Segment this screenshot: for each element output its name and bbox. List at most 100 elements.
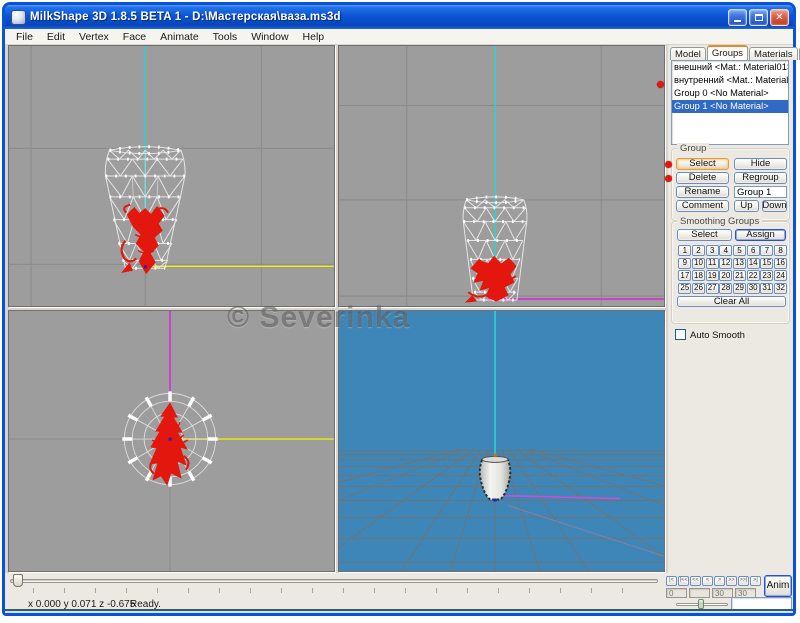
mini-slider-thumb[interactable] bbox=[698, 599, 704, 609]
smoothing-number-button[interactable]: 24 bbox=[774, 270, 787, 281]
transport-controls: |< |<< << < > >> >>| >| bbox=[666, 576, 761, 586]
menu-item[interactable]: Vertex bbox=[72, 30, 116, 44]
close-button[interactable]: ✕ bbox=[770, 8, 789, 26]
transport-button[interactable]: >>| bbox=[738, 576, 749, 586]
minimize-icon bbox=[734, 19, 741, 22]
app-icon bbox=[11, 9, 26, 25]
annotation-dot-delete bbox=[665, 175, 672, 182]
panel-tab[interactable]: Groups bbox=[706, 45, 749, 60]
frame-field[interactable]: 0 bbox=[666, 588, 687, 598]
group-section-label: Group bbox=[677, 143, 710, 154]
smoothing-number-button[interactable]: 12 bbox=[719, 257, 733, 269]
animation-bar: |< |<< << < > >> >>| >| 0 30 30 Anim x 0.000 y 0.… bbox=[5, 573, 793, 610]
smoothing-number-button[interactable]: 19 bbox=[705, 270, 719, 281]
group-list-item[interactable]: внутренний <Mat.: Material01> bbox=[672, 74, 788, 87]
minimize-button[interactable] bbox=[728, 8, 747, 26]
smoothing-number-button[interactable]: 10 bbox=[692, 257, 705, 269]
restore-icon bbox=[754, 13, 763, 21]
viewport-3d[interactable] bbox=[338, 310, 665, 572]
anim-button[interactable]: Anim bbox=[764, 575, 792, 597]
viewport-side[interactable] bbox=[338, 45, 665, 307]
smoothing-number-button[interactable]: 6 bbox=[746, 245, 760, 256]
smoothing-number-button[interactable]: 18 bbox=[692, 270, 705, 281]
group-delete-button[interactable]: Delete bbox=[676, 172, 729, 184]
smoothing-number-button[interactable]: 7 bbox=[760, 245, 774, 256]
keyframe-ticks bbox=[33, 588, 653, 593]
transport-button[interactable]: < bbox=[702, 576, 713, 586]
smoothing-number-button[interactable]: 2 bbox=[692, 245, 705, 256]
groups-list[interactable]: внешний <Mat.: Material01> внутренний <Ma… bbox=[671, 60, 789, 145]
transport-button[interactable]: > bbox=[714, 576, 725, 586]
transport-button[interactable]: << bbox=[690, 576, 701, 586]
smoothing-number-button[interactable]: 23 bbox=[760, 270, 774, 281]
group-regroup-button[interactable]: Regroup bbox=[734, 172, 787, 184]
menu-bar: File Edit Vertex Face Animate Tools Window Help bbox=[5, 29, 793, 45]
restore-button[interactable] bbox=[749, 8, 768, 26]
smoothing-number-button[interactable]: 3 bbox=[705, 245, 719, 256]
smoothing-number-button[interactable]: 5 bbox=[733, 245, 746, 256]
menu-item[interactable]: Face bbox=[116, 30, 153, 44]
panel-tab[interactable]: Model bbox=[670, 47, 706, 60]
transport-button[interactable]: |< bbox=[666, 576, 677, 586]
group-list-item[interactable]: Group 1 <No Material> bbox=[672, 100, 788, 113]
frame-field[interactable] bbox=[689, 588, 710, 598]
smoothing-select-button[interactable]: Select bbox=[677, 229, 732, 241]
viewport-area bbox=[5, 45, 668, 573]
auto-smooth-checkbox[interactable] bbox=[675, 329, 686, 340]
bottom-edge bbox=[5, 611, 793, 613]
perspective-canvas bbox=[339, 311, 664, 571]
group-name-field[interactable]: Group 1 bbox=[734, 186, 787, 198]
menu-item[interactable]: File bbox=[9, 30, 40, 44]
group-list-item[interactable]: Group 0 <No Material> bbox=[672, 87, 788, 100]
smoothing-number-button[interactable]: 8 bbox=[774, 245, 787, 256]
smoothing-number-button[interactable]: 4 bbox=[719, 245, 733, 256]
panel-tab[interactable]: Materials bbox=[749, 47, 798, 60]
menu-item[interactable]: Window bbox=[244, 30, 295, 44]
smoothing-number-button[interactable]: 26 bbox=[692, 282, 705, 294]
viewport-top[interactable] bbox=[8, 310, 335, 572]
group-list-item[interactable]: внешний <Mat.: Material01> bbox=[672, 61, 788, 74]
smoothing-number-button[interactable]: 1 bbox=[678, 245, 692, 256]
title-bar[interactable]: MilkShape 3D 1.8.5 BETA 1 - D:\Мастерска… bbox=[5, 5, 793, 29]
smoothing-assign-button[interactable]: Assign bbox=[735, 229, 786, 241]
keyframe-slider-thumb[interactable] bbox=[13, 574, 23, 587]
group-comment-button[interactable]: Comment bbox=[676, 200, 729, 212]
smoothing-number-button[interactable]: 31 bbox=[760, 282, 774, 294]
smoothing-number-button[interactable]: 21 bbox=[733, 270, 746, 281]
smoothing-number-button[interactable]: 15 bbox=[760, 257, 774, 269]
smoothing-number-button[interactable]: 27 bbox=[705, 282, 719, 294]
clear-all-button[interactable]: Clear All bbox=[677, 296, 786, 307]
group-select-button[interactable]: Select bbox=[676, 158, 729, 170]
smoothing-number-button[interactable]: 28 bbox=[719, 282, 733, 294]
smoothing-number-button[interactable]: 17 bbox=[678, 270, 692, 281]
menu-item[interactable]: Tools bbox=[206, 30, 245, 44]
keyframe-slider-track[interactable] bbox=[10, 579, 658, 583]
menu-item[interactable]: Edit bbox=[40, 30, 72, 44]
smoothing-number-button[interactable]: 20 bbox=[719, 270, 733, 281]
transport-button[interactable]: >> bbox=[726, 576, 737, 586]
frame-field[interactable]: 30 bbox=[712, 588, 733, 598]
transport-button[interactable]: |<< bbox=[678, 576, 689, 586]
smoothing-number-button[interactable]: 16 bbox=[774, 257, 787, 269]
viewport-front[interactable] bbox=[8, 45, 335, 307]
group-down-button[interactable]: Down bbox=[762, 200, 787, 212]
smoothing-section: Smoothing Groups Select Assign 123456789… bbox=[671, 216, 790, 324]
window-title: MilkShape 3D 1.8.5 BETA 1 - D:\Мастерска… bbox=[30, 11, 341, 23]
smoothing-number-button[interactable]: 13 bbox=[733, 257, 746, 269]
smoothing-number-button[interactable]: 9 bbox=[678, 257, 692, 269]
menu-item[interactable]: Help bbox=[296, 30, 332, 44]
smoothing-number-button[interactable]: 14 bbox=[746, 257, 760, 269]
group-rename-button[interactable]: Rename bbox=[676, 186, 729, 198]
transport-button[interactable]: >| bbox=[750, 576, 761, 586]
smoothing-number-button[interactable]: 22 bbox=[746, 270, 760, 281]
top-view-canvas bbox=[9, 311, 334, 571]
smoothing-number-button[interactable]: 29 bbox=[733, 282, 746, 294]
smoothing-number-button[interactable]: 11 bbox=[705, 257, 719, 269]
annotation-dot-group-list bbox=[657, 81, 664, 88]
smoothing-number-button[interactable]: 25 bbox=[678, 282, 692, 294]
group-hide-button[interactable]: Hide bbox=[734, 158, 787, 170]
smoothing-number-button[interactable]: 30 bbox=[746, 282, 760, 294]
smoothing-number-button[interactable]: 32 bbox=[774, 282, 787, 294]
menu-item[interactable]: Animate bbox=[153, 30, 206, 44]
group-up-button[interactable]: Up bbox=[734, 200, 759, 212]
